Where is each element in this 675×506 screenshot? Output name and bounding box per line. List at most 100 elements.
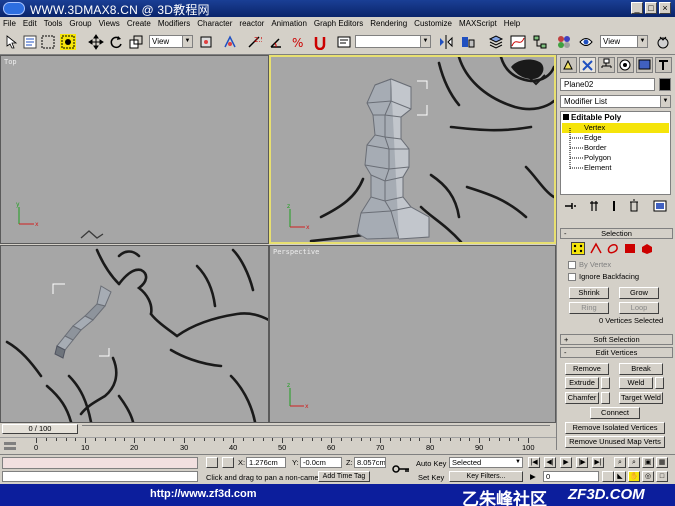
remove-modifier-icon[interactable] (626, 198, 642, 214)
rotate-icon[interactable] (108, 34, 124, 50)
polygon-mode-icon[interactable] (623, 242, 637, 255)
menu-modifiers[interactable]: Modifiers (158, 17, 190, 30)
viewport-perspective[interactable]: z x Perspective (269, 245, 556, 423)
stack-item-editable-poly[interactable]: Editable Poly (563, 113, 621, 122)
menu-help[interactable]: Help (504, 17, 520, 30)
select-and-manipulate-icon[interactable] (222, 34, 238, 50)
percent-snap-icon[interactable]: % (290, 34, 306, 50)
play-icon[interactable]: ▶ (560, 457, 572, 468)
selection-rollout-header[interactable]: - Selection (560, 228, 673, 239)
y-coord-field[interactable]: -0.0cm (300, 457, 342, 468)
shrink-button[interactable]: Shrink (569, 287, 609, 299)
spinner-snap-icon[interactable] (312, 34, 328, 51)
modifier-list-dropdown[interactable]: Modifier List ▼ (560, 95, 671, 108)
menu-create[interactable]: Create (127, 17, 151, 30)
weld-settings-icon[interactable] (655, 377, 664, 389)
viewport-label[interactable]: Top (4, 58, 17, 66)
viewport-front[interactable]: z x (269, 55, 556, 244)
named-selection-dropdown[interactable]: ▼ (355, 35, 431, 48)
menu-customize[interactable]: Customize (414, 17, 452, 30)
stack-item-element[interactable]: Element (584, 163, 612, 173)
time-configuration-icon[interactable] (602, 471, 614, 482)
render-scene-icon[interactable] (578, 34, 594, 50)
key-icon[interactable] (392, 463, 410, 475)
maxscript-listener-field[interactable] (2, 457, 198, 469)
zoom-extents-icon[interactable]: ▣ (642, 457, 654, 468)
mirror-icon[interactable] (438, 34, 454, 50)
material-editor-icon[interactable] (556, 34, 572, 50)
ignore-backfacing-checkbox[interactable] (568, 273, 576, 281)
quick-render-icon[interactable] (655, 34, 671, 50)
curve-editor-icon[interactable] (510, 34, 526, 50)
edge-mode-icon[interactable] (589, 242, 603, 255)
maximize-viewport-icon[interactable]: □ (656, 471, 668, 482)
pivot-center-icon[interactable] (198, 34, 214, 50)
border-mode-icon[interactable] (606, 242, 620, 255)
arc-rotate-icon[interactable]: ◎ (642, 471, 654, 482)
chamfer-button[interactable]: Chamfer (565, 392, 599, 404)
angle-snap-icon[interactable] (268, 34, 284, 50)
auto-key-button[interactable]: Auto Key (416, 459, 446, 468)
remove-button[interactable]: Remove (565, 363, 609, 375)
pan-icon[interactable]: ✋ (628, 471, 640, 482)
add-time-tag-button[interactable]: Add Time Tag (318, 471, 370, 482)
menu-group[interactable]: Group (69, 17, 91, 30)
menu-tools[interactable]: Tools (44, 17, 63, 30)
maxscript-output-field[interactable] (2, 471, 198, 482)
edit-named-selections-icon[interactable] (336, 34, 352, 50)
create-tab-icon[interactable] (560, 57, 577, 73)
edit-vertices-rollout-header[interactable]: - Edit Vertices (560, 347, 673, 358)
menu-animation[interactable]: Animation (271, 17, 307, 30)
ring-button[interactable]: Ring (569, 302, 609, 314)
menu-file[interactable]: File (3, 17, 16, 30)
weld-button[interactable]: Weld (619, 377, 653, 389)
break-button[interactable]: Break (619, 363, 663, 375)
grow-button[interactable]: Grow (619, 287, 659, 299)
by-vertex-checkbox[interactable] (568, 261, 576, 269)
rect-select-region-icon[interactable] (40, 34, 56, 50)
mini-curve-editor-icon[interactable] (3, 440, 17, 452)
utilities-tab-icon[interactable] (655, 57, 672, 73)
soft-selection-rollout-header[interactable]: + Soft Selection (560, 334, 673, 345)
zoom-all-icon[interactable]: ⌕ (628, 457, 640, 468)
loop-button[interactable]: Loop (619, 302, 659, 314)
element-mode-icon[interactable] (640, 242, 654, 255)
render-type-dropdown[interactable]: View ▼ (600, 35, 648, 48)
menu-edit[interactable]: Edit (23, 17, 37, 30)
stack-item-polygon[interactable]: Polygon (584, 153, 611, 163)
target-weld-button[interactable]: Target Weld (619, 392, 663, 404)
time-slider[interactable]: 0 / 100 (0, 423, 556, 435)
field-of-view-icon[interactable]: ◣ (614, 471, 626, 482)
viewport-label[interactable]: Perspective (273, 248, 319, 256)
menu-graph-editors[interactable]: Graph Editors (314, 17, 363, 30)
menu-views[interactable]: Views (99, 17, 120, 30)
key-set-dropdown[interactable]: Selected ▼ (449, 457, 523, 468)
configure-modifier-sets-icon[interactable] (652, 198, 668, 214)
key-filters-button[interactable]: Key Filters... (449, 471, 523, 482)
go-to-end-icon[interactable]: ▶| (592, 457, 604, 468)
modify-tab-icon[interactable] (579, 57, 596, 73)
connect-button[interactable]: Connect (590, 407, 640, 419)
schematic-view-icon[interactable] (532, 34, 548, 50)
show-end-result-icon[interactable] (586, 198, 602, 214)
pin-stack-icon[interactable] (562, 198, 578, 214)
hierarchy-tab-icon[interactable] (598, 57, 615, 73)
stack-item-border[interactable]: Border (584, 143, 607, 153)
vertex-mode-icon[interactable] (571, 242, 585, 255)
menu-rendering[interactable]: Rendering (370, 17, 407, 30)
snaps-toggle-icon[interactable]: 2.5 (246, 34, 265, 50)
display-tab-icon[interactable] (636, 57, 653, 73)
z-coord-field[interactable]: 8.057cm (354, 457, 386, 468)
extrude-button[interactable]: Extrude (565, 377, 599, 389)
window-crossing-icon[interactable] (60, 34, 76, 50)
previous-frame-icon[interactable]: ◀| (544, 457, 556, 468)
reference-coord-dropdown[interactable]: View ▼ (149, 35, 193, 48)
stack-item-edge[interactable]: Edge (584, 133, 602, 143)
track-bar[interactable]: 0 10 20 30 40 50 60 70 80 90 100 (0, 437, 556, 454)
select-by-name-icon[interactable] (22, 34, 38, 50)
object-name-field[interactable]: Plane02 (560, 78, 655, 91)
minimize-button[interactable]: _ (631, 2, 643, 14)
key-mode-icon[interactable]: ▶ (530, 472, 536, 481)
zoom-icon[interactable]: ⌕ (614, 457, 626, 468)
layer-manager-icon[interactable] (488, 34, 504, 50)
